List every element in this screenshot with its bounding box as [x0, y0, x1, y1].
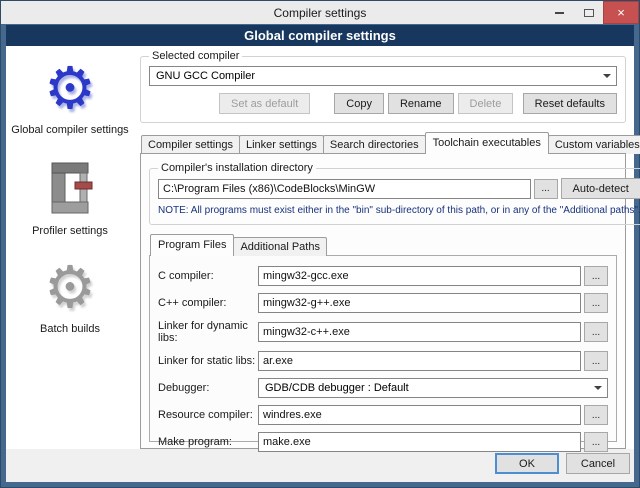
field-row-resource-compiler: Resource compiler: ... [158, 405, 608, 425]
rename-button[interactable]: Rename [387, 93, 454, 114]
selected-compiler-group-label: Selected compiler [152, 50, 240, 62]
program-files-subtabs: Program Files Additional Paths [149, 234, 617, 256]
gear-gray-icon: ⚙ [44, 252, 96, 321]
browse-button[interactable]: ... [584, 405, 608, 425]
cancel-button[interactable]: Cancel [566, 453, 630, 474]
window-controls: × [545, 1, 639, 24]
dynamic-linker-input[interactable] [258, 322, 581, 342]
installation-directory-browse-button[interactable]: ... [533, 178, 558, 199]
minimize-button[interactable] [545, 1, 574, 24]
field-label: Resource compiler: [158, 409, 253, 421]
field-label: Linker for dynamic libs: [158, 320, 248, 344]
profiler-icon [51, 162, 93, 214]
field-label: Debugger: [158, 382, 210, 394]
page-title: Global compiler settings [6, 25, 634, 46]
gear-blue-icon: ⚙ [44, 54, 96, 122]
sidebar-item-global-compiler-settings[interactable]: ⚙ Global compiler settings [6, 58, 134, 136]
sidebar-item-label: Global compiler settings [11, 123, 129, 136]
note-text: NOTE: All programs must exist either in … [158, 205, 640, 216]
sidebar-item-profiler-settings[interactable]: Profiler settings [6, 156, 134, 237]
title-bar[interactable]: Compiler settings × [1, 1, 639, 24]
tab-toolchain-executables[interactable]: Toolchain executables [424, 132, 549, 154]
settings-sidebar: ⚙ Global compiler settings Profiler sett… [6, 46, 134, 449]
compiler-select[interactable]: GNU GCC Compiler [149, 66, 617, 86]
debugger-select[interactable]: GDB/CDB debugger : Default [258, 378, 608, 398]
field-label: C++ compiler: [158, 297, 227, 309]
maximize-button[interactable] [574, 1, 603, 24]
close-button[interactable]: × [603, 1, 639, 24]
copy-button[interactable]: Copy [334, 93, 384, 114]
settings-tabs: Compiler settings Linker settings Search… [140, 132, 640, 154]
delete-button[interactable]: Delete [457, 93, 514, 114]
sidebar-item-label: Batch builds [40, 322, 100, 335]
browse-button[interactable]: ... [584, 432, 608, 452]
window-frame: Global compiler settings ⚙ Global compil… [1, 24, 640, 487]
main-panel: Selected compiler GNU GCC Compiler Set a… [134, 46, 640, 452]
field-row-static-linker: Linker for static libs: ... [158, 351, 608, 371]
browse-button[interactable]: ... [584, 293, 608, 313]
selected-compiler-group: Selected compiler GNU GCC Compiler Set a… [140, 50, 626, 123]
sidebar-item-label: Profiler settings [32, 224, 108, 237]
compiler-settings-window: Compiler settings × Global compiler sett… [0, 0, 640, 488]
cpp-compiler-input[interactable] [258, 293, 581, 313]
maximize-icon [583, 8, 594, 17]
field-row-cpp-compiler: C++ compiler: ... [158, 293, 608, 313]
resource-compiler-input[interactable] [258, 405, 581, 425]
set-as-default-button[interactable]: Set as default [219, 93, 311, 114]
browse-button[interactable]: ... [584, 322, 608, 342]
field-row-debugger: Debugger: GDB/CDB debugger : Default [158, 378, 608, 398]
subtab-program-files[interactable]: Program Files [150, 234, 235, 256]
field-row-c-compiler: C compiler: ... [158, 266, 608, 286]
browse-button[interactable]: ... [584, 351, 608, 371]
debugger-select-value: GDB/CDB debugger : Default [265, 382, 409, 394]
compiler-buttons-row: Set as default Copy Rename Delete Reset … [149, 93, 617, 114]
chevron-down-icon [590, 380, 606, 396]
dialog-footer: OK Cancel [6, 449, 634, 482]
program-files-panel: C compiler: ... C++ compiler: ... Linker… [149, 255, 617, 452]
field-row-make-program: Make program: ... [158, 432, 608, 452]
dialog-body: ⚙ Global compiler settings Profiler sett… [6, 46, 640, 452]
field-label: Make program: [158, 436, 232, 448]
reset-defaults-button[interactable]: Reset defaults [522, 93, 617, 114]
field-label: C compiler: [158, 270, 214, 282]
browse-button[interactable]: ... [584, 266, 608, 286]
tab-custom-variables[interactable]: Custom variables [547, 135, 640, 154]
auto-detect-button[interactable]: Auto-detect [560, 178, 640, 199]
field-row-dynamic-linker: Linker for dynamic libs: ... [158, 320, 608, 344]
field-label: Linker for static libs: [158, 355, 256, 367]
minimize-icon [555, 11, 564, 14]
static-linker-input[interactable] [258, 351, 581, 371]
chevron-down-icon [599, 68, 615, 84]
ok-button[interactable]: OK [495, 453, 559, 474]
tab-compiler-settings[interactable]: Compiler settings [141, 135, 240, 154]
compiler-select-value: GNU GCC Compiler [156, 70, 256, 82]
sidebar-item-batch-builds[interactable]: ⚙ Batch builds [6, 252, 134, 335]
close-icon: × [617, 5, 625, 20]
installation-directory-row: ... Auto-detect [158, 178, 640, 199]
installation-directory-group-label: Compiler's installation directory [161, 162, 313, 174]
installation-directory-input[interactable] [158, 178, 531, 199]
subtab-additional-paths[interactable]: Additional Paths [233, 237, 327, 256]
window-title: Compiler settings [273, 5, 367, 20]
toolchain-executables-panel: Compiler's installation directory ... Au… [140, 153, 640, 452]
make-program-input[interactable] [258, 432, 581, 452]
tab-search-directories[interactable]: Search directories [322, 135, 426, 154]
c-compiler-input[interactable] [258, 266, 581, 286]
tab-linker-settings[interactable]: Linker settings [238, 135, 324, 154]
installation-directory-group: Compiler's installation directory ... Au… [149, 162, 640, 225]
